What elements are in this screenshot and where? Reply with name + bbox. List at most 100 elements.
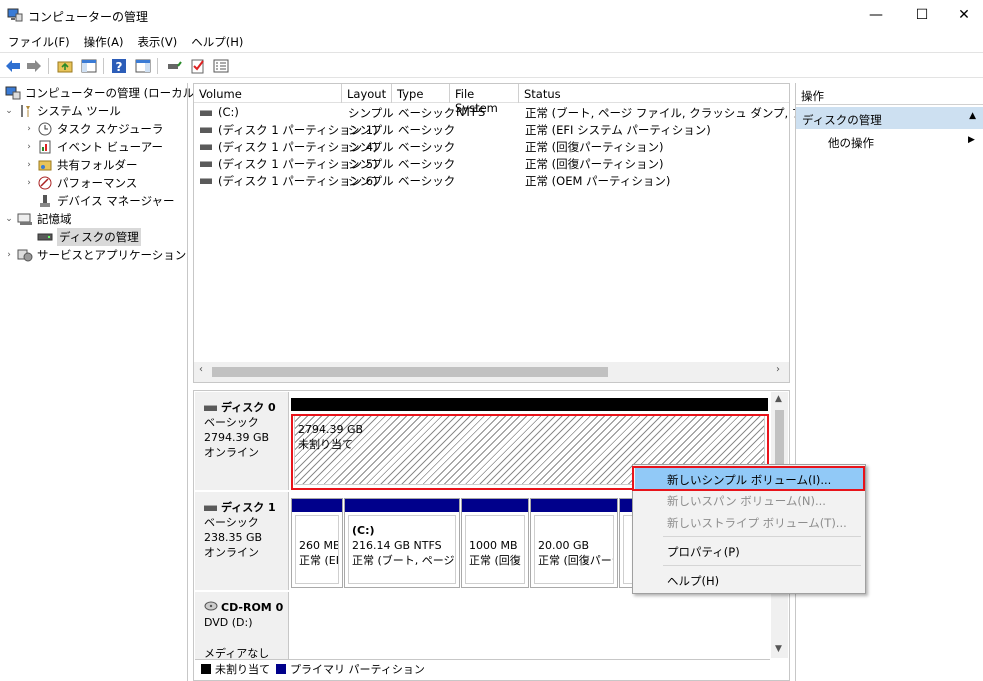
- clock-icon: [37, 122, 53, 136]
- title-bar: コンピューターの管理 — ☐ ✕: [0, 0, 983, 30]
- tree-item-shared-folders[interactable]: › 共有フォルダー: [23, 156, 138, 174]
- table-cell: シンプル: [348, 140, 394, 154]
- horizontal-scrollbar[interactable]: ‹ ›: [194, 362, 789, 382]
- submenu-arrow-icon[interactable]: ▶: [968, 135, 975, 145]
- menu-file[interactable]: ファイル(F): [0, 31, 76, 51]
- table-cell: (C:): [218, 105, 239, 119]
- tree-item-label: 記憶域: [37, 212, 72, 226]
- tree-item-label: コンピューターの管理 (ローカル): [25, 86, 199, 100]
- table-row[interactable]: (ディスク 1 パーティション 1) シンプル ベーシック 正常 (EFI システム …: [194, 121, 789, 138]
- disk-1-partition[interactable]: 1000 MB 正常 (回復: [461, 498, 529, 588]
- chevron-down-icon[interactable]: ⌄: [3, 214, 15, 224]
- volume-icon: [200, 178, 212, 184]
- scrollbar-thumb[interactable]: [212, 367, 608, 377]
- unallocated-bar: [291, 398, 768, 411]
- tree-item-performance[interactable]: › パフォーマンス: [23, 174, 137, 192]
- column-header-volume[interactable]: Volume: [194, 84, 342, 103]
- checklist-icon[interactable]: [189, 57, 207, 75]
- tree-item-task-scheduler[interactable]: › タスク スケジューラ: [23, 120, 163, 138]
- actions-group-disk-management[interactable]: ディスクの管理 ▲: [796, 107, 983, 129]
- table-cell: 正常 (回復パーティション): [525, 157, 664, 171]
- primary-partition-bar: [462, 499, 528, 512]
- tree-item-system-tools[interactable]: ⌄ システム ツール: [3, 102, 121, 120]
- computer-management-icon: [5, 86, 21, 100]
- table-cell: シンプル: [348, 106, 394, 120]
- disk-0-size: 2794.39 GB: [204, 431, 270, 444]
- connect-icon[interactable]: [165, 57, 183, 75]
- volume-icon: [200, 127, 212, 133]
- properties-list-icon[interactable]: [212, 57, 230, 75]
- show-hide-action-pane-icon[interactable]: [134, 57, 152, 75]
- table-row[interactable]: (C:) シンプル ベーシック NTFS 正常 (ブート, ページ ファイル, クラッシ…: [194, 104, 864, 121]
- tree-item-services-apps[interactable]: › サービスとアプリケーション: [3, 246, 186, 264]
- table-cell: ベーシック: [398, 174, 456, 188]
- close-button[interactable]: ✕: [941, 0, 983, 30]
- menu-separator: [663, 565, 861, 566]
- menu-help[interactable]: ヘルプ(H): [183, 31, 249, 51]
- collapse-up-icon[interactable]: ▲: [969, 111, 976, 121]
- legend: 未割り当て プライマリ パーティション: [195, 659, 770, 677]
- tree-item-root[interactable]: コンピューターの管理 (ローカル): [3, 84, 199, 102]
- show-hide-tree-icon[interactable]: [80, 57, 98, 75]
- menu-view[interactable]: 表示(V): [129, 31, 183, 51]
- partition-area: (C:) 216.14 GB NTFS 正常 (ブート, ページ フ: [348, 515, 456, 584]
- column-header-status[interactable]: Status: [519, 84, 789, 103]
- disk-1-partition[interactable]: 260 MB 正常 (EFI: [291, 498, 343, 588]
- primary-partition-bar: [531, 499, 617, 512]
- menu-action[interactable]: 操作(A): [76, 31, 130, 51]
- scroll-up-icon[interactable]: ▲: [775, 394, 782, 404]
- menu-item-new-striped-volume[interactable]: 新しいストライプ ボリューム(T)...: [635, 511, 863, 533]
- table-row[interactable]: (ディスク 1 パーティション 4) シンプル ベーシック 正常 (回復パーティション…: [194, 138, 789, 155]
- disk-1-type: ベーシック: [204, 516, 259, 529]
- volume-icon: [200, 144, 212, 150]
- action-more-actions[interactable]: 他の操作: [828, 135, 874, 151]
- column-header-filesystem[interactable]: File System: [450, 84, 519, 115]
- menu-item-new-spanned-volume[interactable]: 新しいスパン ボリューム(N)...: [635, 489, 863, 511]
- legend-swatch-primary: [276, 663, 286, 674]
- cdrom-0-label[interactable]: CD-ROM 0 DVD (D:) メディアなし: [195, 592, 289, 660]
- forward-arrow-icon[interactable]: [25, 57, 43, 75]
- disk-1-label[interactable]: ディスク 1 ベーシック 238.35 GB オンライン: [195, 492, 289, 590]
- column-header-layout[interactable]: Layout: [342, 84, 392, 103]
- scroll-left-icon[interactable]: ‹: [199, 364, 203, 375]
- help-icon[interactable]: ?: [110, 57, 128, 75]
- partition-size: 1000 MB: [469, 539, 518, 552]
- back-arrow-icon[interactable]: [4, 57, 22, 75]
- performance-icon: [37, 176, 53, 190]
- tree-item-label: システム ツール: [37, 104, 121, 118]
- maximize-button[interactable]: ☐: [899, 0, 945, 30]
- scroll-down-icon[interactable]: ▼: [775, 644, 782, 654]
- menu-item-properties[interactable]: プロパティ(P): [635, 540, 863, 562]
- menu-item-new-simple-volume[interactable]: 新しいシンプル ボリューム(I)...: [635, 468, 863, 490]
- chevron-right-icon[interactable]: ›: [23, 178, 35, 188]
- chevron-right-icon[interactable]: ›: [23, 124, 35, 134]
- minimize-button[interactable]: —: [853, 0, 899, 30]
- tree-item-disk-management[interactable]: ディスクの管理: [35, 228, 141, 246]
- column-header-type[interactable]: Type: [392, 84, 450, 103]
- tree-item-label: 共有フォルダー: [57, 158, 138, 172]
- chevron-right-icon[interactable]: ›: [23, 142, 35, 152]
- tree-item-storage[interactable]: ⌄ 記憶域: [3, 210, 72, 228]
- chevron-right-icon[interactable]: ›: [3, 250, 15, 260]
- chevron-down-icon[interactable]: ⌄: [3, 106, 15, 116]
- disk-1-partition[interactable]: (C:) 216.14 GB NTFS 正常 (ブート, ページ フ: [344, 498, 460, 588]
- legend-label-unallocated: 未割り当て: [215, 662, 270, 676]
- cdrom-0-name: CD-ROM 0: [204, 600, 288, 615]
- partition-status: 正常 (回復: [469, 554, 521, 567]
- up-folder-icon[interactable]: [56, 57, 74, 75]
- services-icon: [17, 248, 33, 262]
- actions-header: 操作: [796, 83, 983, 105]
- table-row[interactable]: (ディスク 1 パーティション 5) シンプル ベーシック 正常 (回復パーティション…: [194, 155, 789, 172]
- volume-icon: [200, 110, 212, 116]
- tree-item-device-manager[interactable]: デバイス マネージャー: [35, 192, 175, 210]
- disk-1-partition[interactable]: 20.00 GB 正常 (回復パーテ: [530, 498, 618, 588]
- table-row[interactable]: (ディスク 1 パーティション 6) シンプル ベーシック 正常 (OEM パーティシ…: [194, 172, 789, 189]
- scroll-right-icon[interactable]: ›: [776, 364, 780, 375]
- menu-bar: ファイル(F) 操作(A) 表示(V) ヘルプ(H): [0, 31, 983, 51]
- event-viewer-icon: [37, 140, 53, 154]
- volume-list: Volume Layout Type File System Status (C…: [193, 83, 864, 383]
- menu-item-help[interactable]: ヘルプ(H): [635, 569, 863, 591]
- chevron-right-icon[interactable]: ›: [23, 160, 35, 170]
- tree-item-event-viewer[interactable]: › イベント ビューアー: [23, 138, 163, 156]
- disk-0-label[interactable]: ディスク 0 ベーシック 2794.39 GB オンライン: [195, 392, 289, 490]
